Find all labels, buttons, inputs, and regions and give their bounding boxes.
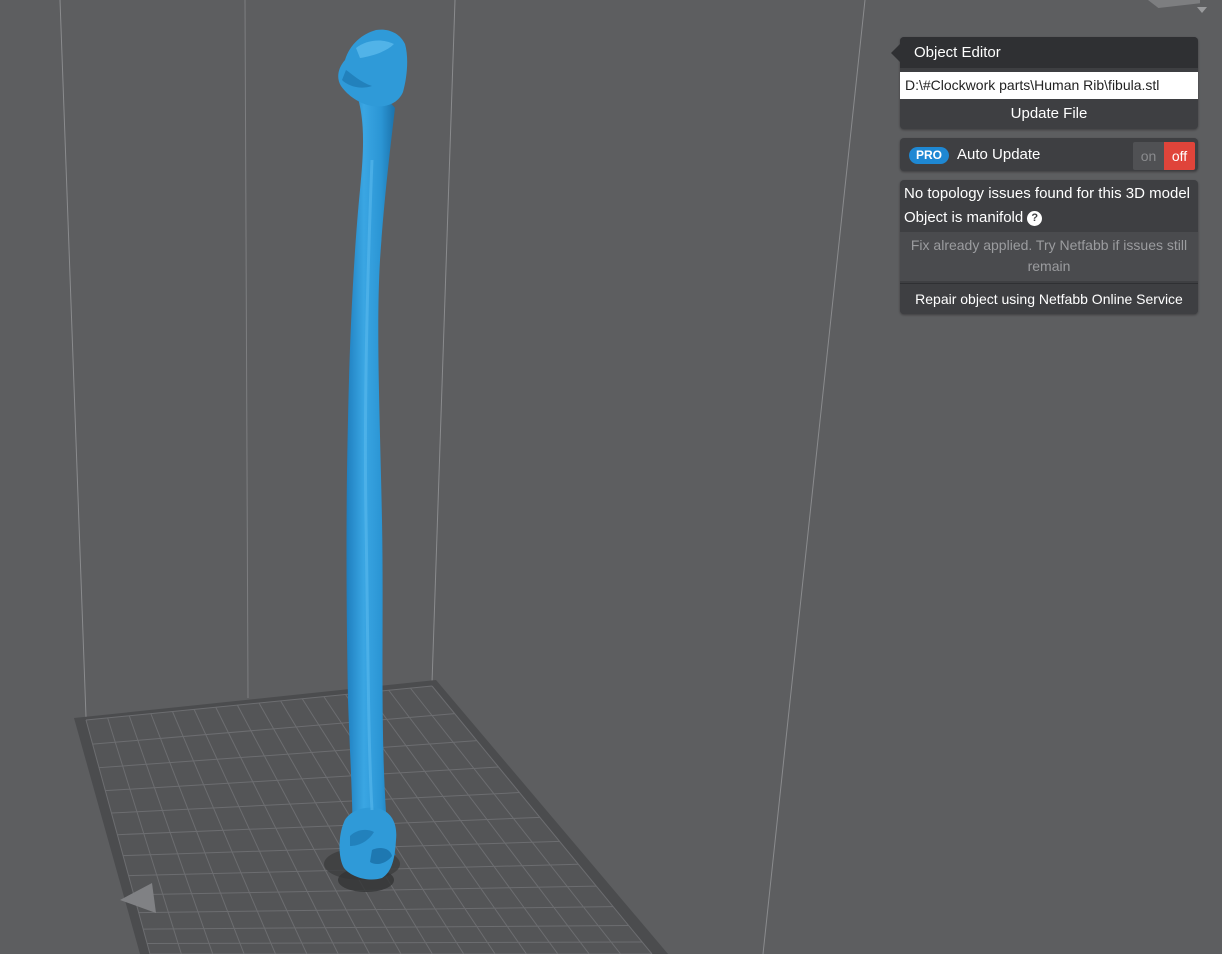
volume-edge-back-mid bbox=[244, 0, 249, 699]
3d-viewport[interactable]: Object Editor D:\#Clockwork parts\Human … bbox=[0, 0, 1222, 954]
object-editor-card: Object Editor D:\#Clockwork parts\Human … bbox=[900, 37, 1198, 129]
topology-status: No topology issues found for this 3D mod… bbox=[904, 185, 1190, 202]
volume-edge-front-right bbox=[762, 0, 866, 954]
volume-edge-back-right bbox=[431, 0, 456, 684]
auto-update-toggle[interactable]: on off bbox=[1133, 142, 1195, 170]
object-editor-title: Object Editor bbox=[900, 37, 1198, 68]
panel-pointer bbox=[891, 44, 900, 62]
update-file-button[interactable]: Update File bbox=[900, 99, 1198, 129]
fix-applied-note: Fix already applied. Try Netfabb if issu… bbox=[900, 232, 1198, 281]
topology-card: No topology issues found for this 3D mod… bbox=[900, 180, 1198, 314]
manifold-label: Object is manifold bbox=[904, 209, 1024, 226]
auto-update-row: PRO Auto Update on off bbox=[900, 138, 1198, 171]
chevron-down-icon[interactable] bbox=[1197, 7, 1207, 13]
auto-update-label: Auto Update bbox=[957, 146, 1041, 163]
volume-edge-back-left bbox=[59, 0, 87, 718]
toggle-on-option[interactable]: on bbox=[1133, 142, 1164, 170]
object-editor-panel: Object Editor D:\#Clockwork parts\Human … bbox=[891, 37, 1198, 314]
file-path-field[interactable]: D:\#Clockwork parts\Human Rib\fibula.stl bbox=[900, 72, 1198, 99]
toggle-off-option[interactable]: off bbox=[1164, 142, 1195, 170]
question-circle-icon[interactable]: ? bbox=[1027, 211, 1043, 226]
manifold-status: Object is manifold? bbox=[900, 203, 1198, 230]
pro-badge: PRO bbox=[909, 147, 950, 164]
repair-netfabb-button[interactable]: Repair object using Netfabb Online Servi… bbox=[900, 283, 1198, 314]
